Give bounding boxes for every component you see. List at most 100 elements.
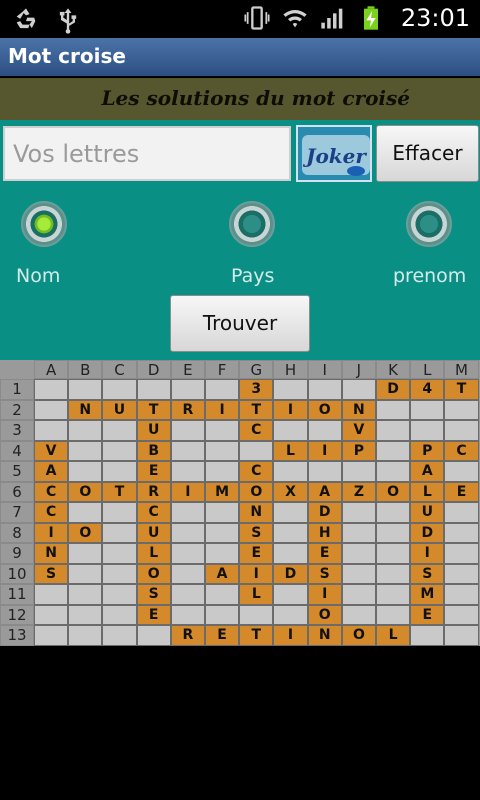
column-header: G: [239, 360, 274, 379]
grid-cell: C: [136, 502, 171, 523]
grid-cell: [170, 543, 205, 564]
grid-cell: [341, 584, 376, 605]
battery-charging-icon: [363, 6, 378, 30]
grid-cell: [444, 584, 479, 605]
grid-cell: [170, 604, 205, 625]
row-header: 3: [0, 420, 34, 441]
grid-cell: [102, 379, 137, 400]
grid-cell: [136, 625, 171, 646]
grid-cell: [444, 522, 479, 543]
radio-label-prenom: prenom: [393, 265, 467, 287]
grid-cell: [205, 502, 240, 523]
grid-cell: T: [239, 625, 274, 646]
grid-cell: [307, 461, 342, 482]
grid-cell: E: [239, 543, 274, 564]
grid-cell: O: [341, 625, 376, 646]
grid-cell: [34, 584, 69, 605]
row-header: 13: [0, 625, 34, 646]
grid-cell: [341, 604, 376, 625]
grid-cell: S: [34, 563, 69, 584]
grid-cell: E: [136, 461, 171, 482]
grid-cell: [102, 563, 137, 584]
clock: 23:01: [400, 4, 470, 32]
clear-button[interactable]: Effacer: [376, 125, 479, 182]
app-title-bar: Mot croise: [0, 38, 480, 76]
grid-cell: O: [68, 522, 103, 543]
grid-cell: E: [444, 481, 479, 502]
column-header: J: [341, 360, 376, 379]
grid-cell: B: [136, 440, 171, 461]
grid-cell: [102, 502, 137, 523]
grid-cell: U: [102, 399, 137, 420]
grid-cell: [273, 543, 308, 564]
grid-cell: [34, 379, 69, 400]
row-header: 10: [0, 563, 34, 584]
grid-cell: [273, 522, 308, 543]
grid-cell: [341, 522, 376, 543]
grid-cell: [273, 420, 308, 441]
grid-cell: P: [341, 440, 376, 461]
grid-cell: I: [307, 584, 342, 605]
grid-cell: [444, 502, 479, 523]
radio-pays[interactable]: [229, 201, 275, 247]
grid-cell: [68, 440, 103, 461]
row-header: 2: [0, 399, 34, 420]
grid-cell: [34, 420, 69, 441]
row-header: 1: [0, 379, 34, 400]
grid-cell: O: [376, 481, 411, 502]
grid-cell: [376, 604, 411, 625]
grid-cell: C: [34, 502, 69, 523]
grid-cell: [205, 420, 240, 441]
grid-cell: A: [205, 563, 240, 584]
grid-cell: [239, 440, 274, 461]
grid-cell: R: [136, 481, 171, 502]
grid-cell: [102, 420, 137, 441]
radio-label-nom: Nom: [16, 265, 61, 287]
grid-cell: [376, 584, 411, 605]
column-header: F: [205, 360, 240, 379]
grid-cell: C: [34, 481, 69, 502]
radio-prenom[interactable]: [406, 201, 452, 247]
joker-logo-icon: Joker: [298, 127, 370, 180]
letters-input[interactable]: [3, 126, 291, 181]
grid-cell: [102, 625, 137, 646]
grid-cell: 3: [239, 379, 274, 400]
grid-cell: [341, 461, 376, 482]
grid-cell: V: [34, 440, 69, 461]
column-header: I: [307, 360, 342, 379]
find-button[interactable]: Trouver: [170, 295, 310, 352]
grid-cell: [341, 379, 376, 400]
status-bar: 23:01: [0, 0, 480, 38]
search-panel: Joker Effacer Nom Pays prenom Trouver: [0, 120, 480, 360]
banner: Les solutions du mot croisé: [0, 78, 480, 120]
grid-cell: C: [239, 461, 274, 482]
grid-cell: E: [307, 543, 342, 564]
banner-text: Les solutions du mot croisé: [101, 86, 410, 110]
grid-cell: M: [205, 481, 240, 502]
grid-cell: D: [376, 379, 411, 400]
row-header: 8: [0, 522, 34, 543]
grid-cell: A: [410, 461, 445, 482]
grid-cell: [205, 440, 240, 461]
signal-icon: [321, 8, 343, 29]
grid-cell: H: [307, 522, 342, 543]
grid-cell: T: [239, 399, 274, 420]
grid-cell: [102, 461, 137, 482]
grid-cell: [170, 522, 205, 543]
grid-cell: [34, 399, 69, 420]
joker-button[interactable]: Joker: [296, 125, 372, 182]
grid-cell: I: [273, 625, 308, 646]
grid-cell: [68, 625, 103, 646]
grid-cell: 4: [410, 379, 445, 400]
grid-cell: [34, 604, 69, 625]
column-header: L: [410, 360, 445, 379]
grid-cell: D: [307, 502, 342, 523]
grid-cell: [68, 502, 103, 523]
usb-icon: [59, 8, 77, 34]
grid-cell: N: [34, 543, 69, 564]
grid-cell: N: [341, 399, 376, 420]
grid-cell: [239, 604, 274, 625]
radio-nom[interactable]: [21, 201, 67, 247]
row-header: 12: [0, 604, 34, 625]
grid-cell: [102, 543, 137, 564]
